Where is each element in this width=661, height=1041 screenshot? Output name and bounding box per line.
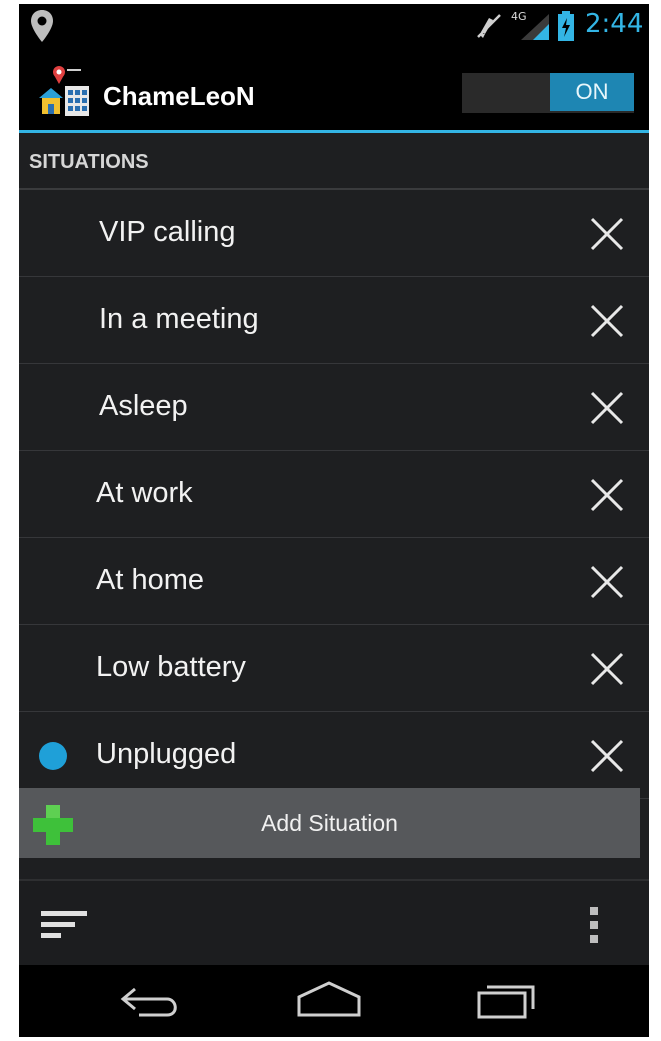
master-toggle[interactable]: ON xyxy=(462,73,634,113)
home-icon[interactable] xyxy=(295,979,363,1019)
mute-icon xyxy=(477,14,501,38)
situation-row[interactable]: Unplugged xyxy=(19,712,649,799)
app-logo-icon[interactable] xyxy=(37,64,93,118)
situation-label: VIP calling xyxy=(99,216,236,248)
situation-row[interactable]: Low battery xyxy=(19,625,649,712)
situation-row[interactable]: At work xyxy=(19,451,649,538)
situation-label: Asleep xyxy=(99,390,188,422)
action-bar: ChameLeoN ON xyxy=(19,48,649,133)
add-situation-label: Add Situation xyxy=(261,810,398,836)
toggle-on-label: ON xyxy=(550,73,634,111)
situation-label: In a meeting xyxy=(99,303,259,335)
close-icon[interactable] xyxy=(589,477,625,513)
close-icon[interactable] xyxy=(589,738,625,774)
close-icon[interactable] xyxy=(589,303,625,339)
back-icon[interactable] xyxy=(119,981,183,1021)
add-situation-button[interactable]: Add Situation xyxy=(19,788,640,858)
situation-label: At work xyxy=(96,477,193,509)
sort-icon[interactable] xyxy=(41,909,87,943)
close-icon[interactable] xyxy=(589,216,625,252)
overflow-menu-icon[interactable] xyxy=(587,905,601,945)
situation-row[interactable]: In a meeting xyxy=(19,277,649,364)
status-clock: 2:44 xyxy=(585,9,644,39)
close-icon[interactable] xyxy=(589,564,625,600)
situation-label: Low battery xyxy=(96,651,246,683)
status-bar: 4G 2:44 xyxy=(19,4,649,48)
signal-icon xyxy=(521,14,549,40)
situation-list: VIP calling In a meeting Asleep At work At h… xyxy=(19,190,649,799)
location-icon xyxy=(31,10,53,42)
situation-row[interactable]: VIP calling xyxy=(19,190,649,277)
app-title: ChameLeoN xyxy=(103,81,255,111)
battery-charging-icon xyxy=(558,11,574,41)
recent-apps-icon[interactable] xyxy=(475,979,539,1021)
active-indicator-icon xyxy=(39,742,67,770)
navigation-bar xyxy=(19,965,649,1037)
section-header: SITUATIONS xyxy=(19,133,649,190)
situation-row[interactable]: Asleep xyxy=(19,364,649,451)
situation-label: At home xyxy=(96,564,204,596)
situation-label: Unplugged xyxy=(96,738,237,770)
phone-screen: 4G 2:44 ChameLeoN ON SITUATIONS VIP call… xyxy=(19,4,649,1037)
situation-row[interactable]: At home xyxy=(19,538,649,625)
bottom-action-bar xyxy=(19,879,649,967)
section-title: SITUATIONS xyxy=(29,151,149,173)
close-icon[interactable] xyxy=(589,390,625,426)
close-icon[interactable] xyxy=(589,651,625,687)
